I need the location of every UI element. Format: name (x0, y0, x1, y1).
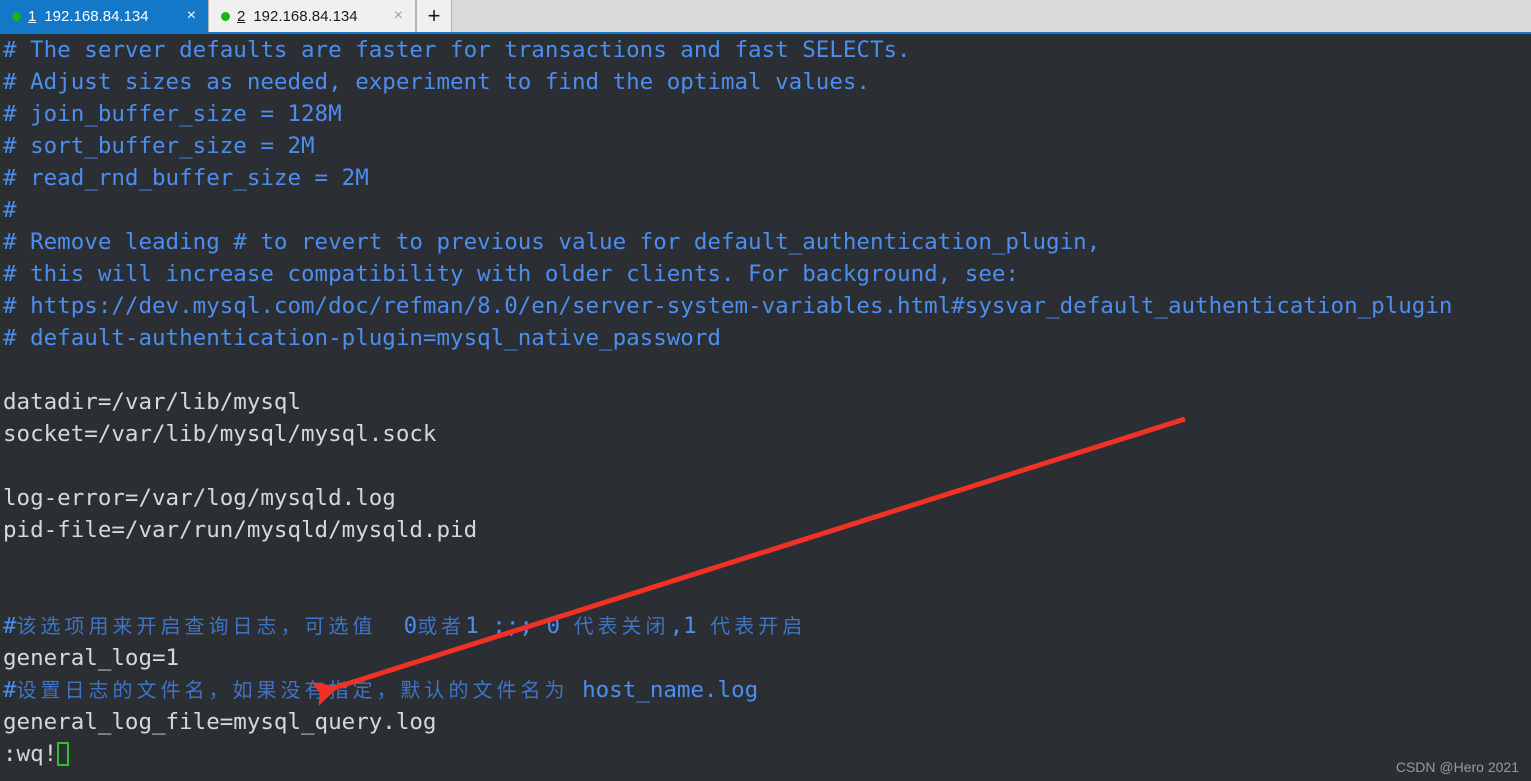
terminal-line: # default-authentication-plugin=mysql_na… (0, 322, 1531, 354)
terminal-ascii-text: 1 ;;; 0 (465, 613, 574, 639)
text-cursor (57, 742, 70, 766)
terminal-comment-text: # Adjust sizes as needed, experiment to … (3, 69, 870, 95)
terminal-screen[interactable]: # The server defaults are faster for tra… (0, 34, 1531, 781)
terminal-line: # sort_buffer_size = 2M (0, 130, 1531, 162)
terminal-cjk-text: 可选值 (304, 614, 377, 638)
tab-bar: 1 192.168.84.134 × 2 192.168.84.134 × + (0, 0, 1531, 34)
terminal-cjk-text: 如果没有指定， (232, 678, 401, 702)
terminal-comment-text: # The server defaults are faster for tra… (3, 37, 911, 63)
terminal-cjk-text: 默认的文件名为 (400, 678, 569, 702)
terminal-line: # (0, 194, 1531, 226)
terminal-comment-text: # https://dev.mysql.com/doc/refman/8.0/e… (3, 293, 1453, 319)
terminal-cjk-text: 代表开启 (710, 614, 807, 638)
terminal-text-buffer: # The server defaults are faster for tra… (0, 34, 1531, 770)
close-icon[interactable]: × (391, 8, 406, 24)
terminal-line: general_log_file=mysql_query.log (0, 706, 1531, 738)
terminal-line: # Remove leading # to revert to previous… (0, 226, 1531, 258)
terminal-line: # Adjust sizes as needed, experiment to … (0, 66, 1531, 98)
terminal-config-text: datadir=/var/lib/mysql (3, 389, 302, 415)
terminal-line: pid-file=/var/run/mysqld/mysqld.pid (0, 514, 1531, 546)
terminal-comment-text: # default-authentication-plugin=mysql_na… (3, 325, 721, 351)
tab-index-label: 1 (28, 7, 37, 25)
terminal-cjk-text: 设置日志的文件名， (16, 678, 233, 702)
tab-connected-status-icon (221, 11, 230, 21)
terminal-line: log-error=/var/log/mysqld.log (0, 482, 1531, 514)
terminal-line: # read_rnd_buffer_size = 2M (0, 162, 1531, 194)
terminal-line: socket=/var/lib/mysql/mysql.sock (0, 418, 1531, 450)
terminal-comment-text: # read_rnd_buffer_size = 2M (3, 165, 369, 191)
terminal-line: datadir=/var/lib/mysql (0, 386, 1531, 418)
watermark-label: CSDN @Hero 2021 (1395, 759, 1519, 775)
close-icon[interactable]: × (184, 8, 199, 24)
terminal-line: # join_buffer_size = 128M (0, 98, 1531, 130)
vim-command-line-text: :wq! (3, 741, 58, 767)
terminal-cjk-text: 该选项用来开启查询日志， (16, 614, 305, 638)
terminal-ascii-text: 0 (376, 613, 418, 639)
tab-1[interactable]: 1 192.168.84.134 × (0, 0, 208, 32)
terminal-cjk-text: 代表关闭 (573, 614, 670, 638)
tab-connected-status-icon (12, 11, 21, 21)
terminal-config-text: general_log_file=mysql_query.log (3, 709, 437, 735)
terminal-config-text: log-error=/var/log/mysqld.log (3, 485, 396, 511)
new-tab-button[interactable]: + (416, 0, 452, 32)
tab-title-label: 192.168.84.134 (253, 7, 358, 25)
terminal-line: #设置日志的文件名，如果没有指定，默认的文件名为 host_name.log (0, 674, 1531, 706)
terminal-line: #该选项用来开启查询日志，可选值 0或者1 ;;; 0 代表关闭,1 代表开启 (0, 610, 1531, 642)
terminal-comment-text: # sort_buffer_size = 2M (3, 133, 315, 159)
tab-2[interactable]: 2 192.168.84.134 × (208, 0, 416, 32)
terminal-ascii-text: # (3, 677, 17, 703)
terminal-line: # The server defaults are faster for tra… (0, 34, 1531, 66)
terminal-ascii-text: # (3, 613, 17, 639)
terminal-comment-text: # join_buffer_size = 128M (3, 101, 342, 127)
terminal-line: # this will increase compatibility with … (0, 258, 1531, 290)
tab-title-label: 192.168.84.134 (44, 7, 149, 25)
terminal-cjk-text: 或者 (417, 614, 466, 638)
terminal-ascii-text: host_name.log (568, 677, 759, 703)
terminal-comment-text: # (3, 197, 17, 223)
terminal-ascii-text: ,1 (669, 613, 711, 639)
terminal-config-text: socket=/var/lib/mysql/mysql.sock (3, 421, 437, 447)
terminal-comment-text: # this will increase compatibility with … (3, 261, 1019, 287)
terminal-line: :wq! (0, 738, 1531, 770)
tab-index-label: 2 (237, 7, 246, 25)
terminal-config-text: pid-file=/var/run/mysqld/mysqld.pid (3, 517, 478, 543)
terminal-line: general_log=1 (0, 642, 1531, 674)
terminal-comment-text: # Remove leading # to revert to previous… (3, 229, 1101, 255)
terminal-config-text: general_log=1 (3, 645, 180, 671)
tab-bar-empty-area (452, 0, 1531, 32)
terminal-line: # https://dev.mysql.com/doc/refman/8.0/e… (0, 290, 1531, 322)
